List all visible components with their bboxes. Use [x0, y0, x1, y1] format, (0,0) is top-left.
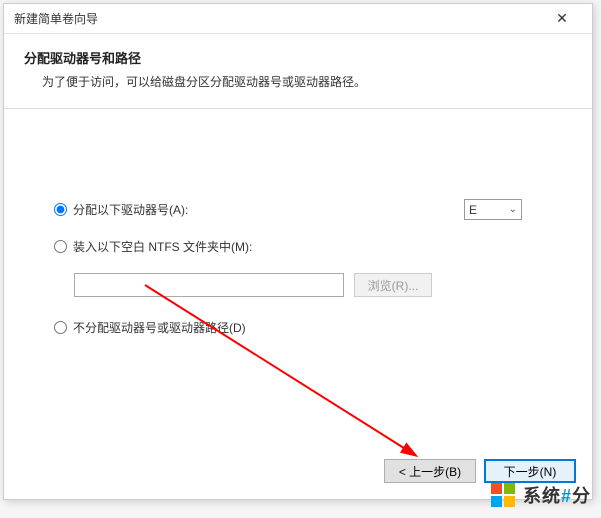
wizard-dialog: 新建简单卷向导 ✕ 分配驱动器号和路径 为了便于访问，可以给磁盘分区分配驱动器号…: [3, 3, 593, 500]
drive-letter-value: E: [469, 203, 477, 217]
radio-assign-letter[interactable]: [54, 203, 67, 216]
back-button[interactable]: < 上一步(B): [384, 459, 476, 483]
mount-input-row: 浏览(R)...: [74, 273, 542, 297]
option-assign-letter: 分配以下驱动器号(A): E ⌄: [54, 199, 542, 220]
label-mount-folder[interactable]: 装入以下空白 NTFS 文件夹中(M):: [73, 238, 252, 255]
page-title: 分配驱动器号和路径: [24, 48, 572, 67]
option-no-assign: 不分配驱动器号或驱动器路径(D): [54, 319, 542, 336]
titlebar: 新建简单卷向导 ✕: [4, 4, 592, 34]
drive-letter-select[interactable]: E ⌄: [464, 199, 522, 220]
dialog-title: 新建简单卷向导: [14, 10, 98, 27]
page-description: 为了便于访问，可以给磁盘分区分配驱动器号或驱动器路径。: [24, 73, 572, 90]
radio-mount-folder[interactable]: [54, 240, 67, 253]
radio-no-assign[interactable]: [54, 321, 67, 334]
mount-path-input[interactable]: [74, 273, 344, 297]
button-bar: < 上一步(B) 下一步(N): [384, 459, 576, 483]
next-button[interactable]: 下一步(N): [484, 459, 576, 483]
chevron-down-icon: ⌄: [509, 204, 517, 215]
browse-button: 浏览(R)...: [354, 273, 432, 297]
option-mount-folder: 装入以下空白 NTFS 文件夹中(M):: [54, 238, 542, 255]
wizard-header: 分配驱动器号和路径 为了便于访问，可以给磁盘分区分配驱动器号或驱动器路径。: [4, 34, 592, 109]
close-icon: ✕: [556, 10, 568, 27]
content-area: 分配以下驱动器号(A): E ⌄ 装入以下空白 NTFS 文件夹中(M): 浏览…: [4, 109, 592, 364]
label-assign-letter[interactable]: 分配以下驱动器号(A):: [73, 201, 188, 218]
close-button[interactable]: ✕: [542, 5, 582, 33]
label-no-assign[interactable]: 不分配驱动器号或驱动器路径(D): [73, 319, 246, 336]
